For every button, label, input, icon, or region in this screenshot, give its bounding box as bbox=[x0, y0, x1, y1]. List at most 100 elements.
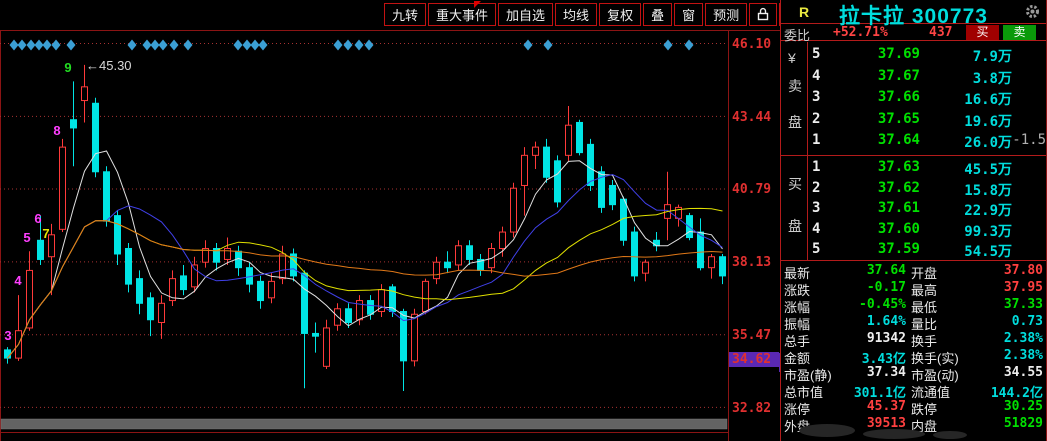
bid-row[interactable]: 337.6122.9万 bbox=[808, 200, 1047, 221]
candle-body bbox=[709, 257, 715, 268]
sequence-number: 4 bbox=[14, 273, 22, 288]
stock-app-window: 九转重大事件加自选均线复权叠窗预测更多 3456789←45.30 46.104… bbox=[0, 0, 1047, 441]
stat-value: 34.55 bbox=[1004, 365, 1043, 380]
volume: 16.6万 bbox=[964, 89, 1012, 109]
moving-averages bbox=[8, 151, 723, 358]
kline-chart[interactable]: 3456789←45.30 bbox=[0, 0, 780, 441]
stat-value: -0.17 bbox=[867, 280, 906, 295]
bid-row[interactable]: 137.6345.5万 bbox=[808, 159, 1047, 180]
sequence-number: 6 bbox=[34, 211, 41, 226]
sequence-number: 9 bbox=[64, 60, 71, 75]
book-divider-mid bbox=[781, 155, 1046, 156]
gridlines bbox=[0, 44, 728, 408]
sequence-number: 3 bbox=[4, 328, 11, 343]
ask-row[interactable]: 537.697.9万 bbox=[808, 46, 1047, 67]
candle-body bbox=[456, 246, 462, 265]
price-annotation: ←45.30 bbox=[86, 58, 132, 73]
volume: 15.8万 bbox=[964, 180, 1012, 200]
candle-body bbox=[269, 281, 275, 297]
bid-row[interactable]: 437.6099.3万 bbox=[808, 221, 1047, 242]
candle-body bbox=[280, 254, 286, 279]
candle-body bbox=[577, 122, 583, 152]
ask-row[interactable]: 137.6426.0万-1.5 bbox=[808, 132, 1047, 153]
price: 37.60 bbox=[878, 221, 920, 237]
candle-body bbox=[533, 147, 539, 155]
level: 5 bbox=[812, 241, 820, 257]
stat-value: -0.45% bbox=[859, 297, 906, 312]
volume: 19.6万 bbox=[964, 111, 1012, 131]
bid-row[interactable]: 537.5954.5万 bbox=[808, 241, 1047, 262]
candle-body bbox=[181, 276, 187, 290]
diamond-icon bbox=[234, 40, 243, 51]
diamond-icon bbox=[664, 40, 673, 51]
price: 37.69 bbox=[878, 46, 920, 62]
buy-button[interactable]: 买 bbox=[966, 25, 999, 40]
candle-body bbox=[115, 216, 121, 254]
chart-scrollbar[interactable] bbox=[1, 419, 727, 429]
diamond-icon bbox=[159, 40, 168, 51]
diamond-icon bbox=[52, 40, 61, 51]
diamond-icon bbox=[43, 40, 52, 51]
volume: 54.5万 bbox=[964, 241, 1012, 261]
weicha-value: 437 bbox=[929, 25, 952, 40]
candle-body bbox=[643, 262, 649, 273]
price-axis-label: 35.47 bbox=[732, 328, 778, 343]
stat-value: 37.34 bbox=[867, 365, 906, 380]
candle-body bbox=[159, 303, 165, 322]
candle-body bbox=[93, 103, 99, 172]
candle-body bbox=[148, 298, 154, 320]
ma-short bbox=[8, 151, 723, 358]
price-axis-label: 46.10 bbox=[732, 37, 778, 52]
candle-body bbox=[258, 281, 264, 300]
candle-body bbox=[412, 314, 418, 361]
diamond-icon bbox=[685, 40, 694, 51]
ask-row[interactable]: 437.673.8万 bbox=[808, 68, 1047, 89]
quote-header: R 拉卡拉 300773 bbox=[781, 0, 1046, 24]
candle-body bbox=[522, 155, 528, 185]
diamond-icon bbox=[355, 40, 364, 51]
candle-body bbox=[346, 309, 352, 323]
watermark-smudge bbox=[863, 429, 925, 439]
volume: 22.9万 bbox=[964, 200, 1012, 220]
diamond-icon bbox=[143, 40, 152, 51]
candle-body bbox=[71, 120, 77, 128]
stat-value: 37.80 bbox=[1004, 263, 1043, 278]
stat-value: 2.38% bbox=[1004, 348, 1043, 363]
price-axis-label: 32.82 bbox=[732, 401, 778, 416]
diamond-icon bbox=[151, 40, 160, 51]
stat-row: 总市值301.1亿流通值144.2亿 bbox=[781, 382, 1046, 399]
candle-body bbox=[500, 232, 506, 248]
diamond-icon bbox=[170, 40, 179, 51]
stat-row: 涨幅-0.45%最低37.33 bbox=[781, 297, 1046, 314]
sell-strip-char: 盘 bbox=[788, 112, 802, 132]
stat-value: 1.64% bbox=[867, 314, 906, 329]
ask-row[interactable]: 237.6519.6万 bbox=[808, 111, 1047, 132]
weibi-value: +52.71% bbox=[833, 25, 888, 40]
bid-row[interactable]: 237.6215.8万 bbox=[808, 180, 1047, 201]
volume: 99.3万 bbox=[964, 221, 1012, 241]
order-book: ¥卖盘买盘537.697.9万437.673.8万337.6616.6万237.… bbox=[781, 42, 1046, 260]
candle-body bbox=[566, 125, 572, 155]
gear-icon[interactable] bbox=[1025, 4, 1040, 24]
price-axis-label: 40.79 bbox=[732, 182, 778, 197]
candle-body bbox=[82, 87, 88, 101]
candle-body bbox=[137, 279, 143, 304]
candle-body bbox=[313, 333, 319, 336]
candles bbox=[5, 65, 726, 391]
sell-button[interactable]: 卖 bbox=[1003, 25, 1036, 40]
diamond-icon bbox=[524, 40, 533, 51]
ask-row[interactable]: 337.6616.6万 bbox=[808, 89, 1047, 110]
candle-body bbox=[555, 161, 561, 202]
buy-strip-char: 买 bbox=[788, 174, 802, 194]
level: 4 bbox=[812, 68, 820, 84]
stat-value: 37.33 bbox=[1004, 297, 1043, 312]
extra: -1.5 bbox=[1012, 132, 1046, 148]
stat-value: 91342 bbox=[867, 331, 906, 346]
stat-value: 37.64 bbox=[867, 263, 906, 278]
diamond-icon bbox=[365, 40, 374, 51]
level: 1 bbox=[812, 159, 820, 175]
sell-strip-char: ¥ bbox=[788, 50, 796, 66]
candle-body bbox=[511, 188, 517, 232]
stat-value: 45.37 bbox=[867, 399, 906, 414]
volume: 45.5万 bbox=[964, 159, 1012, 179]
